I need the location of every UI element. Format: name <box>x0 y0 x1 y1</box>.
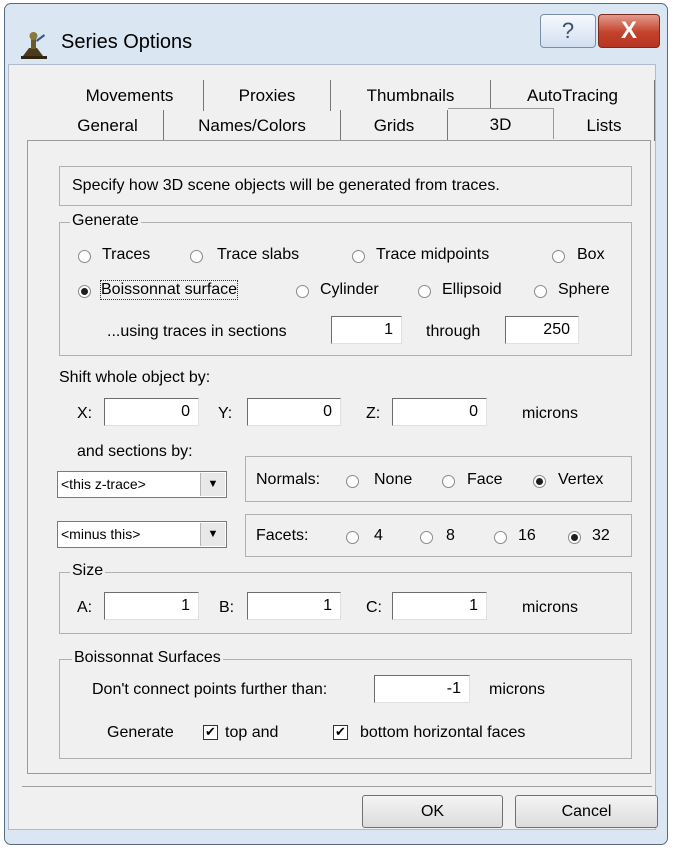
c-label: C: <box>366 599 382 616</box>
tab-autotracing[interactable]: AutoTracing <box>491 80 655 111</box>
radio-facets-8[interactable] <box>420 531 433 544</box>
description-text: Specify how 3D scene objects will be gen… <box>72 177 500 194</box>
dropdown-arrow-icon[interactable]: ▼ <box>200 523 225 546</box>
tab-movements[interactable]: Movements <box>56 80 204 111</box>
boissonnat-group <box>59 659 632 759</box>
label-traces: Traces <box>102 246 151 263</box>
size-legend: Size <box>70 562 106 580</box>
top-faces-checkbox[interactable]: ✔ <box>203 725 218 740</box>
z-trace-combo[interactable]: <this z-trace> ▼ <box>57 471 227 498</box>
label-facets-4: 4 <box>374 527 383 544</box>
label-box: Box <box>577 246 605 263</box>
tab-lists[interactable]: Lists <box>554 110 655 141</box>
tab-names-colors[interactable]: Names/Colors <box>164 110 341 141</box>
label-cylinder: Cylinder <box>320 281 379 298</box>
y-label: Y: <box>218 405 233 422</box>
label-normals-none: None <box>374 471 413 488</box>
label-boissonnat-surface: Boissonnat surface <box>99 280 239 300</box>
label-facets-8: 8 <box>446 527 455 544</box>
shift-label: Shift whole object by: <box>59 369 211 386</box>
radio-boissonnat-surface[interactable] <box>78 285 91 298</box>
radio-facets-4[interactable] <box>346 531 359 544</box>
radio-cylinder[interactable] <box>296 285 309 298</box>
radio-normals-none[interactable] <box>346 475 359 488</box>
radio-trace-midpoints[interactable] <box>352 250 365 263</box>
shift-units-label: microns <box>522 405 579 422</box>
label-ellipsoid: Ellipsoid <box>442 281 502 298</box>
connect-label: Don't connect points further than: <box>92 681 328 698</box>
radio-facets-16[interactable] <box>494 531 507 544</box>
minus-combo-value: <minus this> <box>61 526 141 542</box>
generate-faces-label: Generate <box>107 724 174 741</box>
bottom-faces-checkbox[interactable]: ✔ <box>333 725 348 740</box>
tab-3d[interactable]: 3D <box>448 108 554 139</box>
top-faces-label: top and <box>225 724 279 741</box>
dropdown-arrow-icon[interactable]: ▼ <box>200 473 225 496</box>
connect-units-label: microns <box>489 681 546 698</box>
b-label: B: <box>219 599 235 616</box>
radio-box[interactable] <box>552 250 565 263</box>
help-button[interactable]: ? <box>540 14 596 48</box>
tab-proxies[interactable]: Proxies <box>204 80 331 111</box>
shift-x-field[interactable]: 0 <box>104 398 199 426</box>
generate-legend: Generate <box>70 212 141 230</box>
facets-label: Facets: <box>256 527 309 544</box>
radio-normals-face[interactable] <box>442 475 455 488</box>
tab-grids[interactable]: Grids <box>341 110 448 141</box>
shift-z-field[interactable]: 0 <box>392 398 487 426</box>
radio-traces[interactable] <box>78 250 91 263</box>
z-trace-combo-value: <this z-trace> <box>61 476 146 492</box>
radio-trace-slabs[interactable] <box>190 250 203 263</box>
size-units-label: microns <box>522 599 579 616</box>
through-label: through <box>426 323 481 340</box>
label-trace-slabs: Trace slabs <box>217 246 300 263</box>
minus-combo[interactable]: <minus this> ▼ <box>57 521 227 548</box>
description-box: Specify how 3D scene objects will be gen… <box>59 166 632 206</box>
ok-button[interactable]: OK <box>362 795 503 828</box>
z-label: Z: <box>366 405 381 422</box>
app-icon <box>21 32 47 59</box>
tab-general[interactable]: General <box>52 110 164 141</box>
label-facets-16: 16 <box>518 527 536 544</box>
a-label: A: <box>77 599 93 616</box>
size-c-field[interactable]: 1 <box>392 592 487 620</box>
radio-normals-vertex[interactable] <box>533 475 546 488</box>
sections-by-label: and sections by: <box>77 443 193 460</box>
cancel-button[interactable]: Cancel <box>515 795 658 828</box>
shift-y-field[interactable]: 0 <box>247 398 341 426</box>
section-through-field[interactable]: 250 <box>505 316 579 344</box>
label-normals-vertex: Vertex <box>558 471 604 488</box>
section-from-field[interactable]: 1 <box>331 316 402 344</box>
radio-ellipsoid[interactable] <box>418 285 431 298</box>
bottom-faces-label: bottom horizontal faces <box>360 724 526 741</box>
connect-distance-field[interactable]: -1 <box>374 675 470 703</box>
size-b-field[interactable]: 1 <box>247 592 341 620</box>
label-normals-face: Face <box>467 471 503 488</box>
label-sphere: Sphere <box>558 281 610 298</box>
tab-thumbnails[interactable]: Thumbnails <box>331 80 491 111</box>
close-button[interactable]: X <box>598 14 660 48</box>
window-title: Series Options <box>61 31 193 53</box>
separator <box>22 786 652 787</box>
radio-sphere[interactable] <box>534 285 547 298</box>
label-facets-32: 32 <box>592 527 610 544</box>
radio-facets-32[interactable] <box>568 531 581 544</box>
label-trace-midpoints: Trace midpoints <box>376 246 490 263</box>
boissonnat-legend: Boissonnat Surfaces <box>72 649 223 667</box>
using-traces-label: ...using traces in sections <box>107 323 287 340</box>
normals-label: Normals: <box>256 471 321 488</box>
size-a-field[interactable]: 1 <box>104 592 199 620</box>
x-label: X: <box>77 405 93 422</box>
